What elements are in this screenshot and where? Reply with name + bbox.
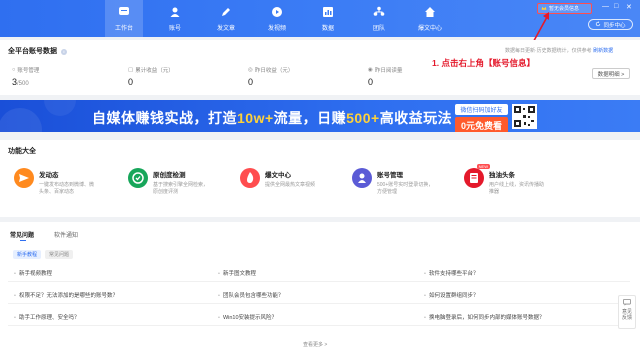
feature-card[interactable]: 爆文中心提供全网最热文章视频 (240, 168, 323, 189)
check-icon (128, 168, 148, 188)
annotation-text: 1. 点击右上角【账号信息】 (432, 58, 535, 68)
feature-card[interactable]: 原创度检测基于搜索引擎全网检索，原创度评测 (128, 168, 211, 196)
account-stats-panel: 全平台账号数据 i 数据每日更新·历史数据统计，仅供参考 刷新数据 ○ 账号管理 … (0, 40, 640, 95)
stat-yesterday-income: ◎ 昨日收益（元） 0 (248, 67, 294, 87)
faq-question-link[interactable]: 助手工作原理、安全吗？ (14, 313, 80, 321)
feature-name: 原创度检测 (153, 172, 186, 179)
fire-icon (240, 168, 260, 188)
chip-beginner[interactable]: 新手教程 (13, 250, 42, 259)
news-icon: NEW (464, 164, 490, 188)
wallet-icon: ▢ (128, 67, 134, 73)
banner-decoration (0, 100, 76, 132)
refresh-data-link[interactable]: 刷新数据 (593, 48, 613, 54)
data-detail-button[interactable]: 数据明细 > (592, 68, 630, 79)
feature-card[interactable]: 账号管理 500+账号实时登录切换，方便管理 (352, 168, 435, 196)
feature-text: 账号管理 500+账号实时登录切换，方便管理 (377, 168, 435, 196)
feature-text: 原创度检测基于搜索引擎全网检索，原创度评测 (153, 168, 211, 196)
feature-desc: 基于搜索引擎全网检索，原创度评测 (153, 182, 209, 195)
stat-total-income: ▢ 累计收益（元） 0 (128, 67, 174, 87)
eye-icon: ◉ (368, 67, 373, 73)
send-icon (14, 168, 34, 188)
qr-code-icon (512, 104, 537, 129)
feature-text: 发动态一键发布动态到微博、微头条、百家动态 (39, 168, 97, 196)
banner-promo: 微信扫码加好友 0元免费看 (455, 104, 509, 132)
view-more-link[interactable]: 查看更多 > (303, 341, 327, 348)
feature-name: 爆文中心 (265, 172, 291, 179)
tab-underline (20, 240, 26, 241)
stat-value: 0 (368, 77, 374, 87)
faq-chips: 新手教程 常见问题 (13, 250, 74, 259)
tab-notice[interactable]: 软件通知 (54, 230, 78, 239)
faq-row: 助手工作原理、安全吗？ Win10安装提示风险？ 换电脑登录后，如何同步内部的媒体账… (8, 310, 630, 326)
faq-question-link[interactable]: Win10安装提示风险？ (218, 313, 277, 321)
stats-note: 数据每日更新·历史数据统计，仅供参考 刷新数据 (505, 48, 614, 54)
info-icon: i (60, 49, 67, 55)
feature-text: 爆文中心提供全网最热文章视频 (265, 168, 323, 189)
stat-value: 0 (128, 77, 134, 87)
stat-account-manage: ○ 账号管理 3/500 (12, 67, 40, 87)
feature-text: 独油头条用户线上线，资讯传播助推器 (489, 168, 547, 196)
feature-name: 独油头条 (489, 172, 515, 179)
features-panel: 功能大全 发动态一键发布动态到微博、微头条、百家动态 原创度检测基于搜索引擎全网检… (0, 140, 640, 217)
feature-name: 发动态 (39, 172, 59, 179)
faq-question-link[interactable]: 团队会员包含哪些功能？ (218, 291, 284, 299)
coin-icon: ◎ (248, 67, 253, 73)
features-title: 功能大全 (8, 148, 36, 155)
banner-headline: 自媒体赚钱实战，打造10w+流量，日赚500+高收益玩法 (92, 110, 453, 126)
faq-row: 新手视频教程 新手图文教程 软件支持哪些平台？ (8, 266, 630, 282)
faq-question-link[interactable]: 换电脑登录后，如何同步内部的媒体账号数据？ (424, 313, 545, 321)
new-badge: NEW (476, 164, 490, 169)
stat-value: 0 (248, 77, 254, 87)
feature-desc: 一键发布动态到微博、微头条、百家动态 (39, 182, 95, 195)
feature-name: 账号管理 (377, 172, 403, 179)
faq-question-link[interactable]: 新手视频教程 (14, 269, 52, 277)
feedback-button[interactable]: 意见反馈 (618, 295, 636, 329)
feedback-label: 意见反馈 (622, 308, 633, 322)
feedback-icon (619, 299, 635, 309)
user-icon: ○ (12, 67, 16, 73)
feature-card[interactable]: NEW 独油头条 用户线上线，资讯传播助推器 (464, 164, 547, 196)
faq-panel: 常见问题 软件通知 新手教程 常见问题 新手视频教程 新手图文教程 软件支持哪些平台… (0, 222, 640, 351)
faq-question-link[interactable]: 软件支持哪些平台？ (424, 269, 479, 277)
faq-tabs: 常见问题 软件通知 (10, 230, 78, 239)
feature-desc: 用户线上线，资讯传播助推器 (489, 182, 545, 195)
faq-question-link[interactable]: 如何设置群组同步？ (424, 291, 479, 299)
stats-title: 全平台账号数据 (8, 48, 57, 55)
faq-row: 权限不足？无法添加的是哪些的账号数？ 团队会员包含哪些功能？ 如何设置群组同步？ (8, 288, 630, 304)
faq-question-link[interactable]: 权限不足？无法添加的是哪些的账号数？ (14, 291, 118, 299)
user-icon (352, 168, 372, 188)
feature-desc: 提供全网最热文章视频 (265, 182, 316, 188)
feature-card[interactable]: 发动态一键发布动态到微博、微头条、百家动态 (14, 168, 97, 196)
tab-faq[interactable]: 常见问题 (10, 230, 34, 239)
faq-question-link[interactable]: 新手图文教程 (218, 269, 256, 277)
chip-common[interactable]: 常见问题 (45, 250, 74, 259)
promo-banner[interactable]: 自媒体赚钱实战，打造10w+流量，日赚500+高收益玩法 微信扫码加好友 0元免… (0, 100, 640, 132)
stat-yesterday-reads: ◉ 昨日阅读量 0 (368, 67, 403, 87)
feature-desc: 500+账号实时登录切换，方便管理 (377, 182, 434, 195)
